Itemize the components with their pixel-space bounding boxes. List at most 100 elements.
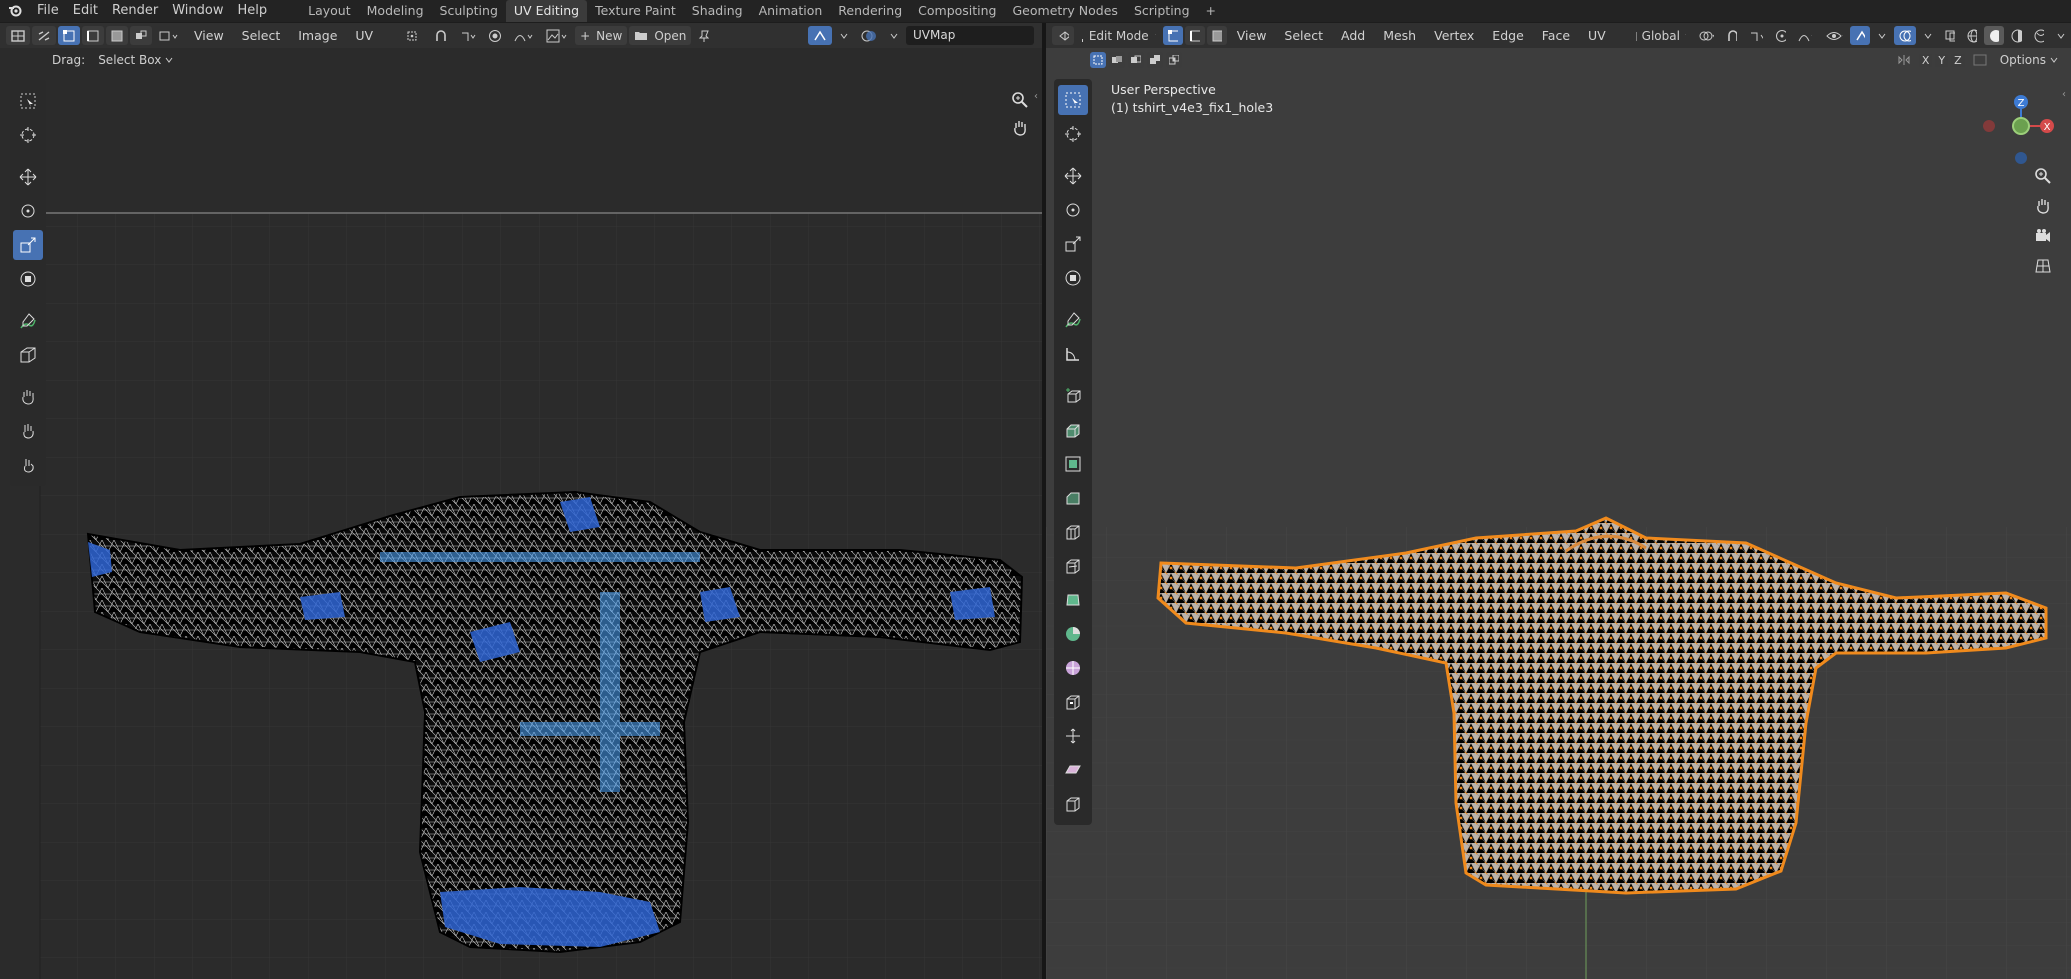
overlay-dropdown-icon[interactable]: [884, 26, 904, 45]
gizmo-dropdown-icon[interactable]: [834, 26, 854, 45]
edge-slide-tool-icon[interactable]: [1058, 687, 1088, 717]
select-box-tool-icon[interactable]: [13, 86, 43, 116]
snap-icon[interactable]: [1721, 26, 1741, 45]
measure-tool-icon[interactable]: [1058, 339, 1088, 369]
new-image-button[interactable]: + New: [575, 26, 628, 45]
proportional-edit-icon[interactable]: [483, 26, 507, 45]
tab-compositing[interactable]: Compositing: [910, 0, 1004, 22]
select-mode-subtract-icon[interactable]: [1128, 52, 1144, 68]
proportional-edit-icon[interactable]: [1770, 26, 1790, 45]
xray-icon[interactable]: [1940, 26, 1960, 45]
transform-tool-icon[interactable]: [13, 264, 43, 294]
menu-window[interactable]: Window: [165, 0, 230, 22]
navigation-gizmo[interactable]: Z X: [1971, 78, 2071, 188]
menu-view[interactable]: View: [186, 23, 232, 48]
smooth-tool-icon[interactable]: [1058, 653, 1088, 683]
edge-select-icon[interactable]: [1184, 26, 1205, 45]
tab-modeling[interactable]: Modeling: [359, 0, 432, 22]
rotate-tool-icon[interactable]: [1058, 195, 1088, 225]
drag-mode-dropdown[interactable]: Select Box: [93, 51, 178, 70]
move-tool-icon[interactable]: [1058, 161, 1088, 191]
solid-shading-icon[interactable]: [1984, 26, 2005, 45]
vertex-select-icon[interactable]: [1162, 26, 1183, 45]
visibility-icon[interactable]: [1821, 26, 1847, 45]
rotate-tool-icon[interactable]: [13, 196, 43, 226]
pin-icon[interactable]: [693, 26, 715, 45]
mirror-axis-x[interactable]: X: [1918, 53, 1933, 67]
zoom-icon[interactable]: [1009, 89, 1031, 111]
cursor-tool-icon[interactable]: [13, 120, 43, 150]
viewport-canvas[interactable]: [1046, 23, 2071, 979]
tab-sculpting[interactable]: Sculpting: [432, 0, 506, 22]
transform-orientation-dropdown[interactable]: Global: [1630, 26, 1692, 45]
uvmap-field[interactable]: UVMap: [906, 26, 1034, 45]
falloff-icon[interactable]: [509, 26, 539, 45]
annotate-tool-icon[interactable]: [13, 306, 43, 336]
select-mode-extend-icon[interactable]: [1109, 52, 1125, 68]
overlay-dropdown-icon[interactable]: [1918, 26, 1938, 45]
move-tool-icon[interactable]: [13, 162, 43, 192]
image-browse-icon[interactable]: [541, 26, 573, 45]
vertex-select-icon[interactable]: [58, 26, 80, 45]
knife-tool-icon[interactable]: [1058, 551, 1088, 581]
scale-tool-icon[interactable]: [1058, 229, 1088, 259]
menu-render[interactable]: Render: [105, 0, 165, 22]
rip-region-tool-icon[interactable]: [1058, 789, 1088, 819]
zoom-icon[interactable]: [2032, 165, 2054, 187]
edge-select-icon[interactable]: [82, 26, 104, 45]
bevel-tool-icon[interactable]: [1058, 483, 1088, 513]
menu-add[interactable]: Add: [1333, 23, 1373, 48]
loop-cut-tool-icon[interactable]: [1058, 517, 1088, 547]
shear-tool-icon[interactable]: [1058, 755, 1088, 785]
mirror-icon[interactable]: [1892, 51, 1916, 70]
face-select-icon[interactable]: [106, 26, 128, 45]
shrink-fatten-tool-icon[interactable]: [1058, 721, 1088, 751]
island-select-icon[interactable]: [130, 26, 152, 45]
menu-edit[interactable]: Edit: [66, 0, 105, 22]
mirror-axis-y[interactable]: Y: [1935, 53, 1949, 67]
tab-geometry-nodes[interactable]: Geometry Nodes: [1005, 0, 1126, 22]
sidebar-toggle-icon[interactable]: ‹: [2062, 89, 2066, 100]
select-mode-new-icon[interactable]: [1090, 52, 1106, 68]
menu-face[interactable]: Face: [1534, 23, 1578, 48]
tab-rendering[interactable]: Rendering: [830, 0, 910, 22]
menu-mesh[interactable]: Mesh: [1375, 23, 1424, 48]
tab-scripting[interactable]: Scripting: [1126, 0, 1198, 22]
overlay-toggle-icon[interactable]: [1893, 26, 1916, 45]
sync-selection-icon[interactable]: [32, 26, 56, 45]
tab-shading[interactable]: Shading: [684, 0, 751, 22]
inset-tool-icon[interactable]: [1058, 449, 1088, 479]
pan-hand-icon[interactable]: [2032, 195, 2054, 217]
face-select-icon[interactable]: [1206, 26, 1227, 45]
pivot-point-icon[interactable]: [1693, 26, 1719, 45]
cursor-tool-icon[interactable]: [1058, 119, 1088, 149]
scale-tool-icon[interactable]: [13, 230, 43, 260]
pivot-icon[interactable]: [401, 26, 427, 45]
viewport-area[interactable]: Edit Mode View Select Add Mesh Vertex Ed…: [1046, 23, 2071, 979]
gizmo-dropdown-icon[interactable]: [1872, 26, 1892, 45]
grab-tool-icon[interactable]: [13, 382, 43, 412]
uv-canvas[interactable]: [0, 72, 1042, 979]
add-cube-tool-icon[interactable]: [1058, 381, 1088, 411]
pan-hand-icon[interactable]: [1009, 117, 1031, 139]
pinch-tool-icon[interactable]: [13, 450, 43, 480]
add-workspace-button[interactable]: +: [1198, 0, 1224, 22]
open-image-button[interactable]: Open: [629, 26, 692, 45]
snap-icon[interactable]: [429, 26, 453, 45]
menu-view[interactable]: View: [1229, 23, 1275, 48]
rendered-shading-icon[interactable]: [2029, 26, 2049, 45]
tab-uv-editing[interactable]: UV Editing: [505, 0, 588, 22]
tab-animation[interactable]: Animation: [751, 0, 831, 22]
transform-tool-icon[interactable]: [1058, 263, 1088, 293]
gizmo-toggle-icon[interactable]: [1849, 26, 1870, 45]
select-box-tool-icon[interactable]: [1058, 85, 1088, 115]
snap-target-icon[interactable]: [455, 26, 481, 45]
gizmo-toggle-icon[interactable]: [808, 26, 832, 45]
annotate-tool-icon[interactable]: [1058, 305, 1088, 335]
menu-select[interactable]: Select: [1276, 23, 1331, 48]
menu-image[interactable]: Image: [290, 23, 345, 48]
editor-type-3d-icon[interactable]: [1052, 26, 1074, 45]
menu-uv[interactable]: UV: [1580, 23, 1614, 48]
wireframe-shading-icon[interactable]: [1962, 26, 1982, 45]
shading-dropdown-icon[interactable]: [2051, 26, 2071, 45]
